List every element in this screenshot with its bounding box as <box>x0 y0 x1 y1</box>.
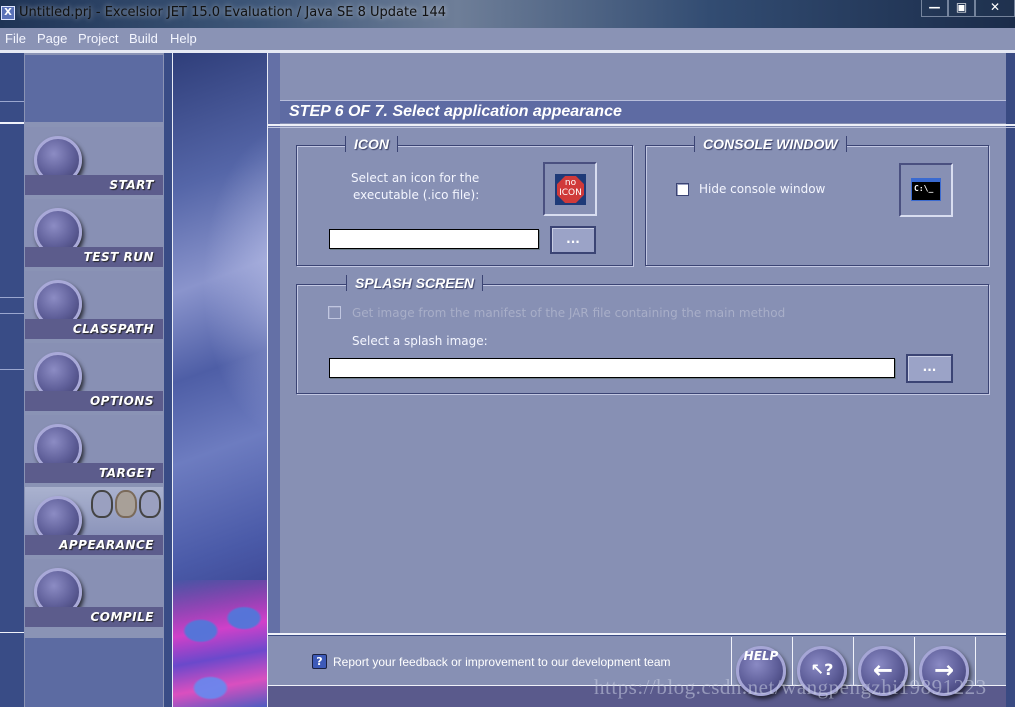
keyboard-artwork <box>172 580 268 707</box>
decor-line <box>172 53 173 707</box>
manifest-splash-checkbox[interactable] <box>328 306 341 319</box>
splash-browse-button[interactable]: ... <box>906 354 953 383</box>
nav-item-label: START <box>109 178 154 192</box>
splash-path-input[interactable] <box>329 358 895 378</box>
nav-item-label: TARGET <box>98 466 154 480</box>
nav-item-options[interactable]: OPTIONS <box>25 343 163 411</box>
nav-item-target[interactable]: TARGET <box>25 415 163 483</box>
step-title: STEP 6 OF 7. Select application appearan… <box>289 103 622 120</box>
minimize-button[interactable]: — <box>921 0 948 17</box>
nav-item-appearance[interactable]: APPEARANCE <box>25 487 163 555</box>
close-button[interactable]: ✕ <box>975 0 1015 17</box>
minimize-icon: — <box>928 0 941 14</box>
icon-preview: no ICON <box>543 162 597 216</box>
decor-line <box>268 633 1006 635</box>
nav-item-label: COMPILE <box>90 610 154 624</box>
console-icon: C:\_ <box>911 178 941 201</box>
left-decor-column <box>0 53 24 707</box>
menu-page[interactable]: Page <box>37 31 67 46</box>
decor-line <box>0 313 24 314</box>
hide-console-label[interactable]: Hide console window <box>699 182 825 196</box>
splash-group-legend: SPLASH SCREEN <box>346 275 484 291</box>
console-group-legend: CONSOLE WINDOW <box>694 136 847 152</box>
maximize-icon: ▣ <box>955 0 968 14</box>
right-decor-column <box>1006 53 1015 707</box>
splash-select-label: Select a splash image: <box>352 334 488 348</box>
icon-path-input[interactable] <box>329 229 539 249</box>
face-icon <box>91 490 113 518</box>
app-icon: X <box>1 6 15 20</box>
nav-item-label: CLASSPATH <box>72 322 154 336</box>
face-icon <box>115 490 137 518</box>
window-title: Untitled.prj - Excelsior JET 15.0 Evalua… <box>19 5 447 20</box>
step-header: STEP 6 OF 7. Select application appearan… <box>280 100 1006 123</box>
feedback-link[interactable]: Report your feedback or improvement to o… <box>333 655 671 669</box>
icon-description-line1: Select an icon for the <box>351 171 480 185</box>
nav-item-label: OPTIONS <box>89 394 154 408</box>
menu-build[interactable]: Build <box>129 31 158 46</box>
main-panel-edge <box>268 53 280 633</box>
close-icon: ✕ <box>989 0 1001 14</box>
nav-item-label: TEST RUN <box>83 250 154 264</box>
nav-item-test-run[interactable]: TEST RUN <box>25 199 163 267</box>
decor-line <box>268 127 1015 128</box>
watermark-text: https://blog.csdn.net/wangpengzhi1989122… <box>594 675 987 699</box>
face-icon <box>139 490 161 518</box>
nav-item-classpath[interactable]: CLASSPATH <box>25 271 163 339</box>
faces-illustration <box>91 490 161 518</box>
nav-header-panel <box>25 55 163 122</box>
manifest-splash-label: Get image from the manifest of the JAR f… <box>352 306 786 320</box>
maximize-button[interactable]: ▣ <box>948 0 975 17</box>
icon-description-line2: executable (.ico file): <box>353 188 480 202</box>
console-preview: C:\_ <box>899 163 953 217</box>
hide-console-checkbox[interactable] <box>676 183 689 196</box>
decor-line <box>0 297 24 298</box>
menu-help[interactable]: Help <box>170 31 197 46</box>
no-icon-icon: no ICON <box>555 174 586 205</box>
icon-browse-button[interactable]: ... <box>550 226 596 254</box>
feedback-help-icon[interactable]: ? <box>312 654 327 669</box>
nav-item-compile[interactable]: COMPILE <box>25 559 163 627</box>
nav-footer-panel <box>25 638 163 707</box>
nav-item-label: APPEARANCE <box>59 538 154 552</box>
decor-column <box>164 53 172 707</box>
menu-project[interactable]: Project <box>78 31 118 46</box>
decor-line <box>0 101 24 102</box>
menu-file[interactable]: File <box>5 31 26 46</box>
decor-line <box>268 124 1015 126</box>
nav-item-start[interactable]: START <box>25 127 163 195</box>
decor-line <box>0 369 24 370</box>
icon-group-legend: ICON <box>345 136 398 152</box>
help-label: HELP <box>743 649 779 663</box>
